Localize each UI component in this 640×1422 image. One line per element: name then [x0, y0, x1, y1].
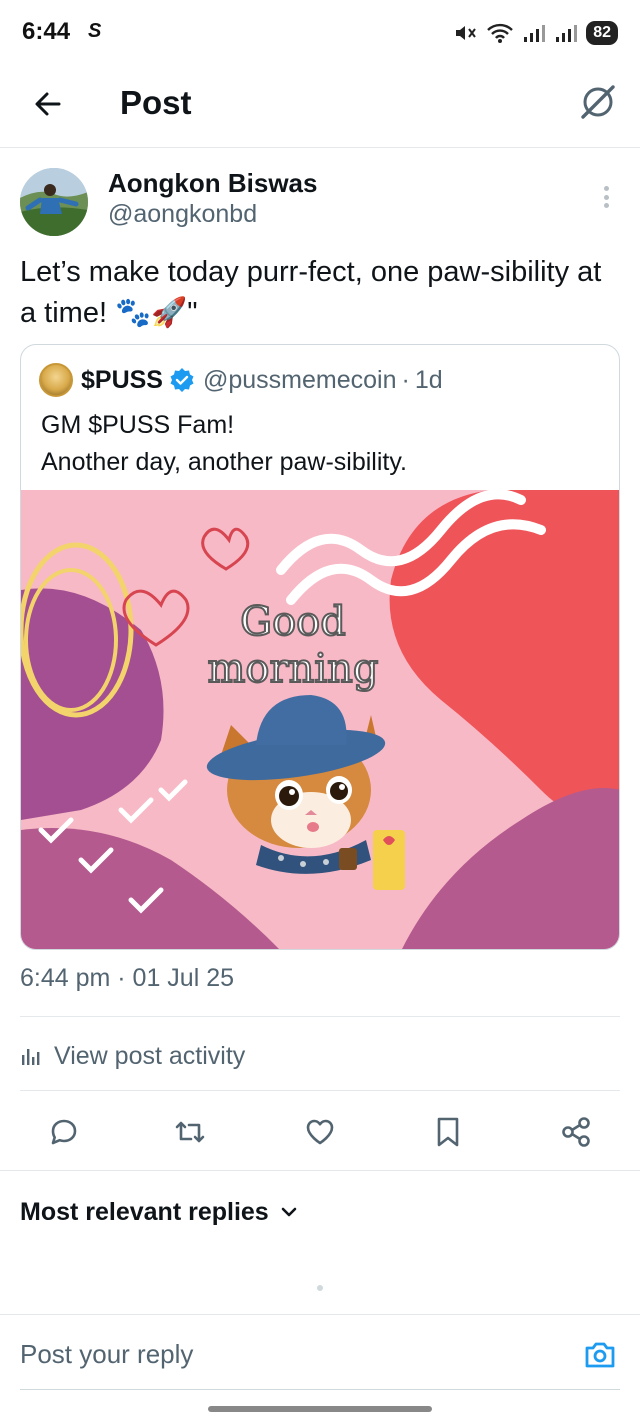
- greeting-line-1: Good: [240, 599, 346, 645]
- more-options-button[interactable]: [596, 184, 616, 210]
- bookmark-icon: [437, 1117, 459, 1147]
- reply-underline: [20, 1389, 620, 1390]
- sort-replies-dropdown[interactable]: Most relevant replies: [20, 1192, 299, 1232]
- divider: [0, 1170, 640, 1171]
- camera-button[interactable]: [582, 1337, 618, 1373]
- analytics-icon: [22, 1049, 40, 1065]
- divider: [20, 1090, 620, 1091]
- more-dot: [603, 194, 609, 200]
- separator-dot: ·: [401, 365, 410, 394]
- like-icon: [306, 1119, 334, 1145]
- reply-input[interactable]: [20, 1333, 540, 1375]
- view-post-activity-label: View post activity: [54, 1041, 246, 1070]
- share-icon: [562, 1117, 590, 1147]
- divider: [20, 1016, 620, 1017]
- mute-icon: [456, 26, 477, 40]
- view-post-activity-button[interactable]: View post activity: [20, 1038, 245, 1074]
- status-bar: 6:44 S 82: [0, 0, 640, 66]
- quoted-text-line: Another day, another paw-sibility.: [41, 448, 407, 476]
- signal-icon: [524, 25, 546, 42]
- quoted-post-text: GM $PUSS Fam! Another day, another paw-s…: [41, 407, 601, 481]
- signal-icon: [556, 25, 578, 42]
- carrier-icon: S: [88, 20, 102, 42]
- repost-button[interactable]: [168, 1110, 212, 1154]
- page-title: Post: [120, 84, 192, 121]
- greeting-line-2: morning: [207, 646, 378, 692]
- camera-icon: [585, 1342, 615, 1368]
- back-button[interactable]: [28, 84, 68, 124]
- post-actions-bar: [0, 1110, 640, 1154]
- wifi-icon: [487, 23, 514, 43]
- author-handle[interactable]: @aongkonbd: [108, 200, 257, 229]
- quoted-avatar: [39, 363, 73, 397]
- post-timestamp: 6:44 pm · 01 Jul 25: [20, 964, 235, 992]
- avatar[interactable]: [20, 168, 88, 236]
- more-dot: [603, 186, 609, 191]
- home-indicator[interactable]: [208, 1406, 432, 1412]
- bookmark-button[interactable]: [426, 1110, 470, 1154]
- like-button[interactable]: [298, 1110, 342, 1154]
- repost-icon: [175, 1121, 205, 1143]
- status-time: 6:44: [22, 18, 71, 45]
- top-app-bar: Post: [0, 66, 640, 148]
- share-button[interactable]: [554, 1110, 598, 1154]
- quoted-author-name: $PUSS: [81, 365, 163, 394]
- battery-icon: 82: [586, 21, 618, 45]
- reply-composer: [0, 1314, 640, 1390]
- more-dot: [603, 203, 609, 208]
- quoted-post-card[interactable]: $PUSS @pussmemecoin · 1d GM $PUSS Fam! A…: [20, 344, 620, 950]
- post-text: Let’s make today purr-fect, one paw-sibi…: [20, 256, 602, 329]
- quoted-author-handle: @pussmemecoin: [202, 365, 397, 394]
- arrow-left-icon: [35, 92, 61, 116]
- quoted-post-image[interactable]: Good morning: [21, 490, 620, 950]
- grok-icon: [581, 85, 615, 119]
- reply-icon: [51, 1119, 77, 1145]
- grok-button[interactable]: [578, 82, 618, 122]
- status-icons: 82: [454, 18, 618, 48]
- verified-badge-icon: [170, 368, 194, 392]
- quoted-text-line: GM $PUSS Fam!: [41, 411, 235, 439]
- avatar-photo: [20, 168, 88, 236]
- quoted-post-header: $PUSS @pussmemecoin · 1d: [39, 363, 443, 397]
- sort-replies-label: Most relevant replies: [20, 1197, 269, 1226]
- chevron-down-icon: [281, 1207, 297, 1217]
- author-name[interactable]: Aongkon Biswas: [108, 168, 317, 199]
- reply-button[interactable]: [42, 1110, 86, 1154]
- quoted-post-time: 1d: [414, 365, 443, 394]
- loading-indicator: [317, 1285, 323, 1291]
